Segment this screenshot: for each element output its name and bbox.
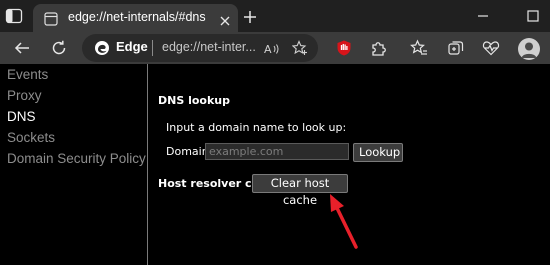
collections-icon[interactable] [447,39,465,57]
extensions-puzzle-icon[interactable] [369,39,387,57]
page-content: Events Proxy DNS Sockets Domain Security… [0,64,550,265]
red-extension-icon[interactable] [335,39,353,57]
sidebar-item-proxy[interactable]: Proxy [7,88,42,103]
read-aloud-icon[interactable]: A [264,41,280,56]
dns-lookup-heading: DNS lookup [158,94,230,107]
svg-text:A: A [264,43,272,56]
domain-input[interactable] [205,143,349,160]
sidebar-item-sockets[interactable]: Sockets [7,130,55,145]
omnibox-separator [152,40,153,56]
profile-avatar-icon[interactable] [518,38,540,60]
minimize-icon[interactable] [476,8,490,22]
address-bar[interactable]: Edge edge://net-inter... A [82,34,318,62]
annotation-arrow [330,194,358,249]
sidebar-item-events[interactable]: Events [7,67,48,82]
browser-essentials-icon[interactable] [482,39,500,57]
add-favorite-icon[interactable] [291,40,308,56]
browser-toolbar: Edge edge://net-inter... A [0,32,550,64]
sidebar-item-domain-security-policy[interactable]: Domain Security Policy [7,151,146,166]
active-tab[interactable]: edge://net-internals/#dns [33,4,238,32]
tab-strip: edge://net-internals/#dns [0,0,550,32]
plus-icon[interactable] [242,9,258,25]
back-arrow-icon[interactable] [13,39,31,57]
edge-brand-label: Edge [116,39,148,54]
url-text[interactable]: edge://net-inter... [162,40,256,54]
sidebar: Events Proxy DNS Sockets Domain Security… [0,64,147,265]
tab-title: edge://net-internals/#dns [68,10,206,24]
dns-panel: DNS lookup Input a domain name to look u… [148,64,550,265]
settings-page-icon [44,11,58,26]
close-icon[interactable] [219,12,231,26]
edge-logo-icon [94,40,110,56]
refresh-icon[interactable] [50,39,68,57]
tab-actions-icon[interactable] [5,8,25,24]
lookup-button[interactable]: Lookup [353,143,403,162]
sidebar-item-dns[interactable]: DNS [7,109,36,124]
maximize-icon[interactable] [526,8,540,22]
lookup-prompt: Input a domain name to look up: [166,121,347,134]
favorites-icon[interactable] [410,39,428,57]
